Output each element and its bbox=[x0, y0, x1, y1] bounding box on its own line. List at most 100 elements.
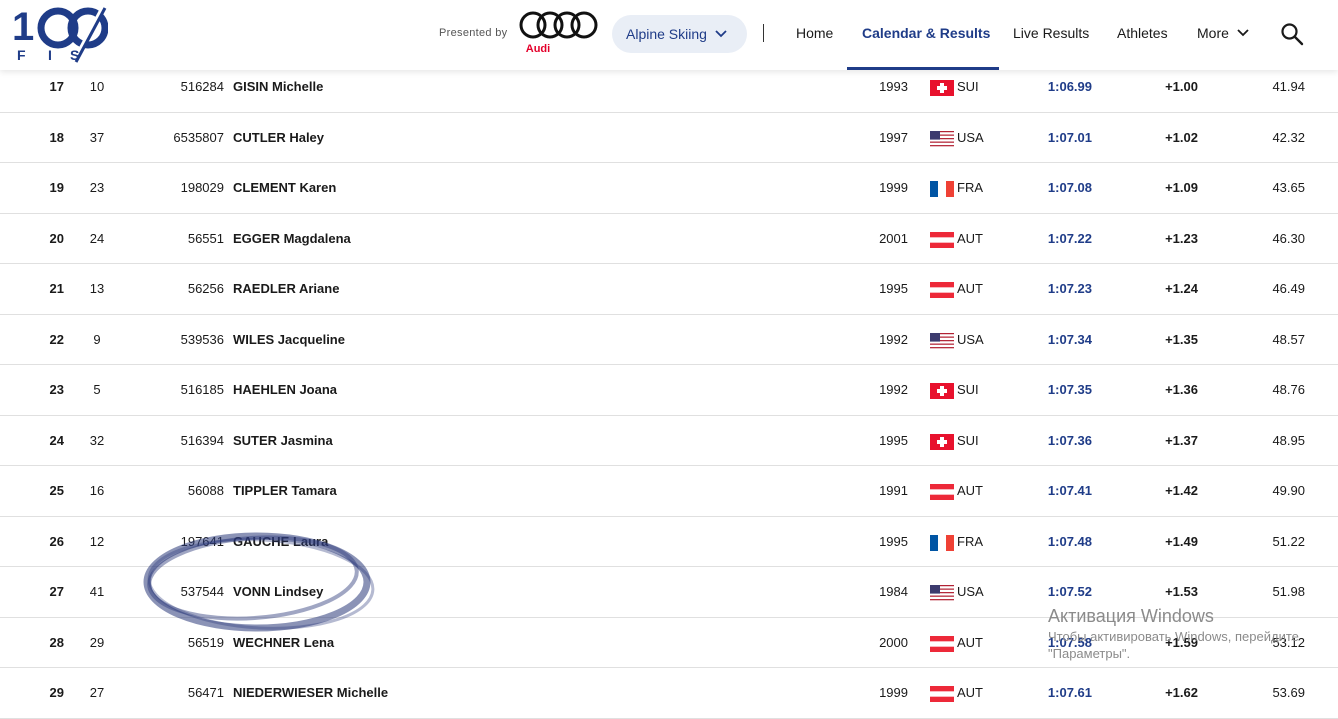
nav-more[interactable]: More bbox=[1197, 25, 1249, 41]
race-time-cell: 1:07.41 bbox=[1047, 483, 1092, 498]
fis-code-cell: 539536 bbox=[180, 331, 224, 347]
nation-code-cell: AUT bbox=[957, 685, 983, 700]
athlete-name-cell[interactable]: RAEDLER Ariane bbox=[233, 264, 339, 314]
result-row[interactable]: 23 5 516185 HAEHLEN Joana 1992 SUI 1:07.35 +1.3… bbox=[0, 365, 1338, 416]
birth-year-cell: 1995 bbox=[879, 281, 908, 296]
bib-cell: 37 bbox=[89, 129, 105, 145]
fis-code-cell: 56551 bbox=[187, 230, 224, 246]
result-row[interactable]: 18 37 6535807 CUTLER Haley 1997 USA 1:07.01 +1.… bbox=[0, 113, 1338, 163]
fis-points-cell: 43.65 bbox=[1272, 180, 1305, 195]
result-row[interactable]: 26 12 197641 GAUCHE Laura 1995 FRA 1:07.48 +1.4… bbox=[0, 517, 1338, 567]
bib-cell: 32 bbox=[89, 432, 105, 448]
nation-code-cell: FRA bbox=[957, 180, 983, 195]
switzerland-flag-icon bbox=[930, 383, 954, 399]
austria-flag-icon bbox=[930, 686, 954, 702]
audi-label: Audi bbox=[525, 43, 551, 55]
time-diff-cell: +1.36 bbox=[1165, 382, 1198, 397]
chevron-down-icon bbox=[715, 30, 727, 38]
athlete-name-cell[interactable]: TIPPLER Tamara bbox=[233, 466, 337, 516]
nation-code-cell: USA bbox=[957, 584, 984, 599]
result-row[interactable]: 21 13 56256 RAEDLER Ariane 1995 AUT 1:07.23 +1.… bbox=[0, 264, 1338, 315]
fis-code-cell: 198029 bbox=[180, 180, 224, 195]
svg-text:S: S bbox=[70, 47, 79, 63]
nav-home[interactable]: Home bbox=[796, 25, 833, 41]
birth-year-cell: 1995 bbox=[879, 432, 908, 448]
result-row[interactable]: 29 27 56471 NIEDERWIESER Michelle 1999 AUT 1:0… bbox=[0, 668, 1338, 719]
presented-by-label: Presented by bbox=[439, 27, 508, 39]
race-time-cell: 1:07.48 bbox=[1047, 533, 1092, 549]
race-time-cell: 1:07.01 bbox=[1047, 129, 1092, 145]
athlete-name-cell[interactable]: WECHNER Lena bbox=[233, 618, 334, 668]
nav-athletes[interactable]: Athletes bbox=[1117, 25, 1168, 41]
birth-year-cell: 1999 bbox=[879, 685, 908, 700]
athlete-name-cell[interactable]: NIEDERWIESER Michelle bbox=[233, 668, 388, 718]
birth-year-cell: 1995 bbox=[879, 533, 908, 549]
athlete-name-cell[interactable]: EGGER Magdalena bbox=[233, 214, 351, 264]
birth-year-cell: 1984 bbox=[879, 584, 908, 599]
rank-cell: 24 bbox=[49, 432, 64, 448]
nav-live-results[interactable]: Live Results bbox=[1013, 25, 1089, 41]
bib-cell: 23 bbox=[89, 180, 105, 195]
watermark-line-1: Чтобы активировать Windows, перейдите bbox=[1048, 629, 1299, 644]
nation-code-cell: AUT bbox=[957, 634, 983, 650]
fis-points-cell: 53.69 bbox=[1272, 685, 1305, 700]
usa-flag-icon bbox=[930, 130, 954, 153]
race-time-cell: 1:07.36 bbox=[1047, 432, 1092, 448]
search-icon[interactable] bbox=[1280, 22, 1304, 46]
athlete-name-cell[interactable]: HAEHLEN Joana bbox=[233, 365, 337, 415]
bib-cell: 41 bbox=[89, 584, 105, 599]
race-time-cell: 1:07.22 bbox=[1047, 230, 1092, 246]
athlete-name-cell[interactable]: SUTER Jasmina bbox=[233, 416, 333, 466]
birth-year-cell: 2000 bbox=[879, 634, 908, 650]
chevron-down-icon bbox=[1237, 29, 1249, 37]
birth-year-cell: 1991 bbox=[879, 483, 908, 498]
rank-cell: 27 bbox=[49, 584, 64, 599]
rank-cell: 22 bbox=[49, 331, 64, 347]
athlete-name-cell[interactable]: CLEMENT Karen bbox=[233, 163, 336, 213]
watermark-title: Активация Windows bbox=[1048, 606, 1214, 626]
time-diff-cell: +1.23 bbox=[1165, 230, 1198, 246]
bib-cell: 27 bbox=[89, 685, 105, 700]
rank-cell: 23 bbox=[49, 382, 64, 397]
athlete-name-cell[interactable]: WILES Jacqueline bbox=[233, 315, 345, 365]
result-row[interactable]: 19 23 198029 CLEMENT Karen 1999 FRA 1:07.08 +1.… bbox=[0, 163, 1338, 214]
athlete-name-cell[interactable]: CUTLER Haley bbox=[233, 113, 324, 163]
time-diff-cell: +1.62 bbox=[1165, 685, 1198, 700]
fis-points-cell: 49.90 bbox=[1272, 483, 1305, 498]
bib-cell: 29 bbox=[89, 634, 105, 650]
windows-activation-watermark: Активация Windows Чтобы активировать Win… bbox=[1048, 606, 1299, 661]
rank-cell: 18 bbox=[49, 129, 64, 145]
sport-selector[interactable]: Alpine Skiing bbox=[612, 15, 747, 53]
nation-code-cell: SUI bbox=[957, 382, 979, 397]
bib-cell: 12 bbox=[89, 533, 105, 549]
athlete-name-cell[interactable]: GAUCHE Laura bbox=[233, 517, 328, 567]
bib-cell: 9 bbox=[93, 331, 101, 347]
france-flag-icon bbox=[930, 181, 954, 197]
svg-text:I: I bbox=[48, 47, 52, 63]
active-nav-indicator bbox=[847, 67, 999, 70]
result-row[interactable]: 25 16 56088 TIPPLER Tamara 1991 AUT 1:07.41 +1.… bbox=[0, 466, 1338, 517]
audi-sponsor[interactable]: Audi bbox=[516, 10, 600, 58]
nation-code-cell: USA bbox=[957, 331, 984, 347]
fis-points-cell: 48.57 bbox=[1272, 331, 1305, 347]
fis-100-logo[interactable]: 1 F I S bbox=[12, 4, 108, 64]
austria-flag-icon bbox=[930, 635, 954, 652]
fis-code-cell: 56088 bbox=[187, 483, 224, 498]
nav-calendar-results[interactable]: Calendar & Results bbox=[862, 25, 990, 41]
bib-cell: 24 bbox=[89, 230, 105, 246]
athlete-name-cell[interactable]: VONN Lindsey bbox=[233, 567, 323, 617]
birth-year-cell: 1997 bbox=[879, 129, 908, 145]
fis-code-cell: 6535807 bbox=[173, 129, 224, 145]
rank-cell: 29 bbox=[49, 685, 64, 700]
birth-year-cell: 1992 bbox=[879, 382, 908, 397]
fis-code-cell: 56256 bbox=[187, 281, 224, 296]
nation-code-cell: AUT bbox=[957, 281, 983, 296]
fis-code-cell: 56471 bbox=[187, 685, 224, 700]
result-row[interactable]: 24 32 516394 SUTER Jasmina 1995 SUI 1:07.36 +1.… bbox=[0, 416, 1338, 466]
rank-cell: 25 bbox=[49, 483, 64, 498]
result-row[interactable]: 22 9 539536 WILES Jacqueline 1992 USA 1:07.34 +… bbox=[0, 315, 1338, 365]
result-row[interactable]: 20 24 56551 EGGER Magdalena 2001 AUT 1:07.22 +1… bbox=[0, 214, 1338, 264]
nation-code-cell: SUI bbox=[957, 432, 979, 448]
time-diff-cell: +1.35 bbox=[1165, 331, 1198, 347]
rank-cell: 28 bbox=[49, 634, 64, 650]
